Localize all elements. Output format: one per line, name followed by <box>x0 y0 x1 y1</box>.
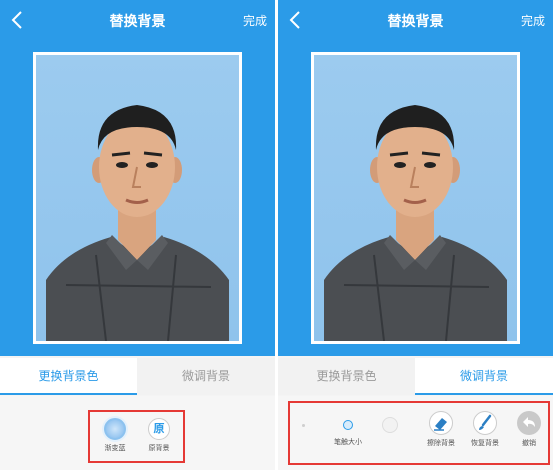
restore-background-label: 恢复背景 <box>471 439 499 447</box>
done-button[interactable]: 完成 <box>243 12 267 29</box>
done-button[interactable]: 完成 <box>521 12 545 29</box>
id-photo-frame <box>33 52 242 344</box>
undo-button[interactable]: 撤销 <box>514 411 544 448</box>
top-bar: 替换背景 完成 <box>278 0 553 40</box>
brush-size-option[interactable]: 笔触大小 <box>326 418 370 447</box>
tab-change-color[interactable]: 更换背景色 <box>0 358 137 395</box>
active-tab-indicator <box>0 393 137 395</box>
brush-icon <box>473 411 497 435</box>
id-photo <box>36 55 239 341</box>
brush-size-dot-large[interactable] <box>382 417 398 433</box>
tool-area: 笔触大小 擦除背景 恢复背景 撤销 <box>278 396 553 470</box>
tab-fine-tune[interactable]: 微调背景 <box>415 358 553 395</box>
brush-size-dot-selected <box>343 420 353 430</box>
gradient-blue-swatch <box>104 418 126 440</box>
erase-background-label: 擦除背景 <box>427 439 455 447</box>
undo-label: 撤销 <box>522 439 536 447</box>
page-title: 替换背景 <box>109 14 166 30</box>
left-screen: 替换背景 完成 更换背景色 微调背景 渐变蓝 原 原背景 <box>0 0 275 470</box>
tab-bar: 更换背景色 微调背景 <box>278 358 553 395</box>
eraser-icon <box>429 411 453 435</box>
tab-change-color[interactable]: 更换背景色 <box>278 358 415 395</box>
brush-size-dot-small[interactable] <box>302 424 305 427</box>
id-photo-frame <box>311 52 520 344</box>
erase-background-button[interactable]: 擦除背景 <box>423 411 459 448</box>
original-background-label: 原背景 <box>148 444 170 452</box>
original-background-option[interactable]: 原 原背景 <box>142 418 176 453</box>
right-screen: 替换背景 完成 更换背景色 微调背景 笔触大小 擦除背景 恢复背景 撤销 <box>278 0 553 470</box>
brush-size-label: 笔触大小 <box>334 438 362 446</box>
portrait-illustration <box>46 105 229 341</box>
top-bar: 替换背景 完成 <box>0 0 275 40</box>
portrait-illustration <box>324 105 507 341</box>
original-glyph: 原 <box>148 418 170 440</box>
undo-icon <box>517 411 541 435</box>
restore-background-button[interactable]: 恢复背景 <box>467 411 503 448</box>
tab-fine-tune[interactable]: 微调背景 <box>137 358 275 395</box>
active-tab-indicator <box>415 393 553 395</box>
gradient-blue-option[interactable]: 渐变蓝 <box>97 418 133 453</box>
tab-bar: 更换背景色 微调背景 <box>0 358 275 395</box>
gradient-blue-label: 渐变蓝 <box>104 444 126 452</box>
id-photo <box>314 55 517 341</box>
page-title: 替换背景 <box>387 14 444 30</box>
tool-area: 渐变蓝 原 原背景 <box>0 396 275 470</box>
